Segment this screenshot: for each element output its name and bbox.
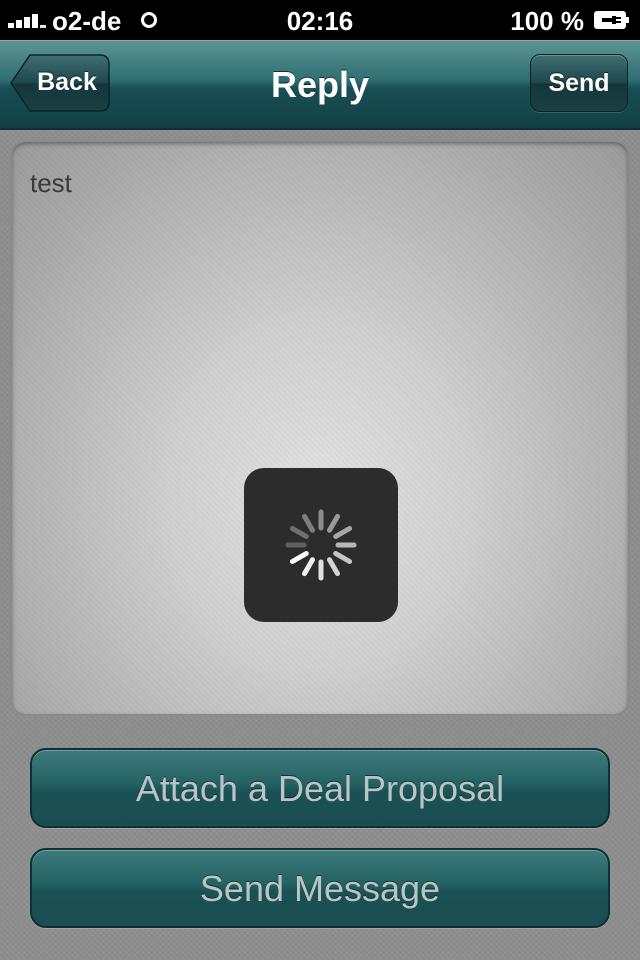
send-button-label: Send [548, 69, 610, 97]
spinner-spoke [302, 513, 315, 533]
attach-deal-proposal-button[interactable]: Attach a Deal Proposal [30, 748, 610, 828]
navigation-bar: Back Reply Send [0, 40, 640, 130]
message-text-area[interactable]: test [10, 140, 630, 716]
spinner-spoke [327, 513, 340, 533]
spinner-spoke [333, 551, 353, 564]
spinner-spoke [289, 551, 309, 564]
battery-charging-icon [594, 11, 629, 29]
send-button[interactable]: Send [530, 54, 628, 112]
send-message-button[interactable]: Send Message [30, 848, 610, 928]
attach-deal-proposal-label: Attach a Deal Proposal [135, 768, 505, 809]
spinner-icon [285, 509, 357, 581]
send-message-label: Send Message [199, 868, 441, 909]
spinner-spoke [327, 557, 340, 577]
loading-indicator [244, 468, 398, 622]
spinner-spoke [302, 557, 315, 577]
spinner-spoke [289, 526, 309, 539]
battery-percentage: 100 % [510, 6, 584, 36]
message-text: test [30, 168, 72, 198]
spinner-spoke [333, 526, 353, 539]
status-bar: o2-de 02:16 100 % [0, 0, 640, 40]
